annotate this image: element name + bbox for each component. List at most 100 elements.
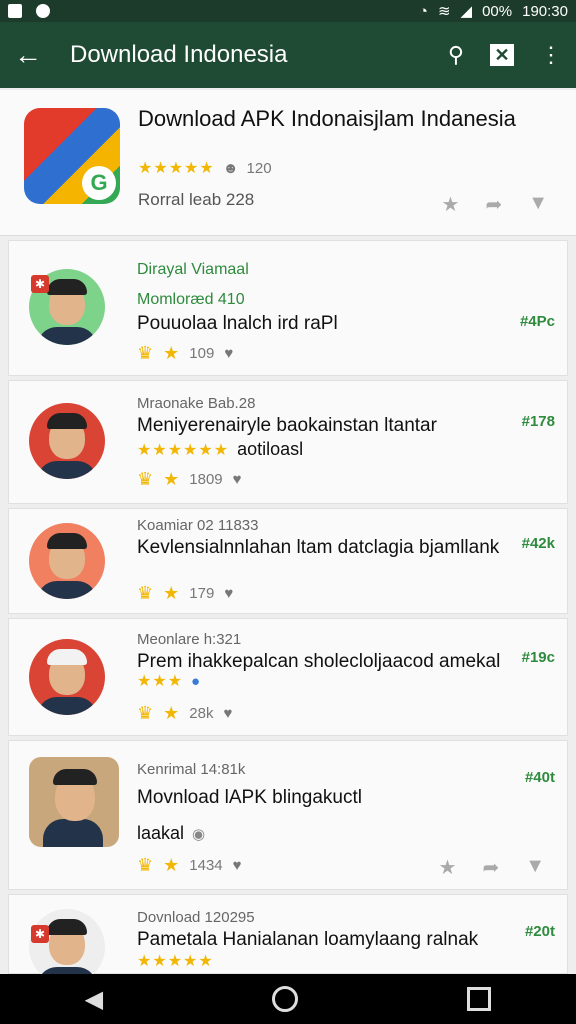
crown-icon: ♛ xyxy=(137,469,154,489)
item-tag: laakal xyxy=(137,823,185,843)
featured-app-title: Download APK Indonaisjlam Indanesia xyxy=(138,106,516,131)
globe-icon: ● xyxy=(191,672,201,690)
item-title: Meonlare h:321 xyxy=(137,631,242,648)
battery-text: 00% xyxy=(482,2,513,20)
dropdown-icon[interactable]: ▼ xyxy=(528,192,548,217)
crown-icon: ♛ xyxy=(137,583,154,603)
rating-stars: ★★★★★ xyxy=(138,160,215,177)
item-description: Pametala Hanialanan loamylaang ralnak xyxy=(137,929,479,950)
emoji-icon: ☻ xyxy=(222,159,239,177)
g-badge-icon: G xyxy=(82,166,116,200)
item-meta: ♛ ★ 109 ♥ xyxy=(137,343,233,364)
crown-icon: ♛ xyxy=(137,855,154,875)
star-icon[interactable]: ★ xyxy=(442,192,460,217)
item-tags: ★★★★★ xyxy=(137,951,214,971)
item-meta: ♛ ★ 179 ♥ xyxy=(137,583,233,604)
rating-stars: ★★★ xyxy=(137,673,184,690)
star-icon[interactable]: ★ xyxy=(439,855,457,880)
star-icon: ★ xyxy=(163,583,180,603)
close-box-icon[interactable]: ✕ xyxy=(490,44,514,66)
notification-icon xyxy=(8,4,22,18)
app-bar: ← Download Indonesia ⚲ ✕ ⋮ xyxy=(0,22,576,88)
item-tags: ★★★★★★ aotiloasl xyxy=(137,439,303,460)
list-item[interactable]: Koamiar 02 11833 Kevlensialnnlahan ltam … xyxy=(8,508,568,614)
item-tags: ★★★ ● xyxy=(137,671,200,691)
avatar xyxy=(29,757,119,847)
meta-count: 179 xyxy=(189,585,215,602)
item-price: #40t xyxy=(524,769,555,786)
item-subtitle: Momloræd 410 xyxy=(137,291,245,308)
item-description: Prem ihakkepalcan sholecloljaacod amekal xyxy=(137,651,501,672)
list-item[interactable]: ✱ Dovnload 120295 Pametala Hanialanan lo… xyxy=(8,894,568,985)
item-price: #19c xyxy=(521,649,555,666)
app-badge-icon: ✱ xyxy=(31,925,49,943)
item-price: #20t xyxy=(524,923,555,940)
app-icon: G xyxy=(24,108,120,204)
item-description: Movnload lAPK blingakuctl xyxy=(137,787,362,808)
wifi-icon: ≋ xyxy=(437,3,451,20)
item-description: Meniyerenairyle baokainstan ltantar xyxy=(137,415,437,436)
crown-icon: ♛ xyxy=(137,703,154,723)
list-item[interactable]: Mraonake Bab.28 Meniyerenairyle baokains… xyxy=(8,380,568,504)
heart-icon[interactable]: ♥ xyxy=(233,857,242,874)
info-icon: ◉ xyxy=(192,825,206,843)
meta-count: 1434 xyxy=(189,857,223,874)
status-bar: ◔ ≋ ◢ 00% 190:30 xyxy=(0,0,576,22)
star-icon: ★ xyxy=(163,343,180,363)
heart-icon[interactable]: ♥ xyxy=(224,585,233,602)
signal-icon: ◢ xyxy=(460,3,473,20)
star-icon: ★ xyxy=(163,469,180,489)
rating-stars: ★★★★★ xyxy=(137,953,214,970)
meta-count: 109 xyxy=(189,345,215,362)
heart-icon[interactable]: ♥ xyxy=(224,345,233,362)
search-icon[interactable]: ⚲ xyxy=(448,42,464,68)
avatar xyxy=(29,639,105,715)
nav-back-icon[interactable]: ◀ xyxy=(85,985,103,1014)
featured-rating: ★★★★★ ☻ 120 xyxy=(138,158,272,178)
list-item[interactable]: Kenrimal 14:81k Movnload lAPK blingakuct… xyxy=(8,740,568,890)
system-nav-bar: ◀ xyxy=(0,974,576,1024)
avatar xyxy=(29,403,105,479)
star-icon: ★ xyxy=(163,855,180,875)
share-icon[interactable]: ➦ xyxy=(482,855,499,880)
heart-icon[interactable]: ♥ xyxy=(223,705,232,722)
item-title: Koamiar 02 11833 xyxy=(137,517,259,534)
clock: 190:30 xyxy=(522,2,568,20)
more-vert-icon[interactable]: ⋮ xyxy=(540,42,562,68)
sync-icon xyxy=(36,4,50,18)
meta-count: 1809 xyxy=(189,471,223,488)
item-description: Pouuolaa lnalch ird raPl xyxy=(137,313,338,334)
item-title: Kenrimal 14:81k xyxy=(137,761,246,778)
item-description: Kevlensialnnlahan ltam datclagia bjamlla… xyxy=(137,537,500,558)
heart-icon[interactable]: ♥ xyxy=(233,471,242,488)
dropdown-icon[interactable]: ▼ xyxy=(525,855,545,880)
avatar xyxy=(29,523,105,599)
app-badge-icon: ✱ xyxy=(31,275,49,293)
alarm-icon: ◔ xyxy=(418,2,428,20)
nav-home-icon[interactable] xyxy=(272,986,299,1012)
item-price: #42k xyxy=(521,535,555,552)
featured-subtitle: Rorral leab 228 xyxy=(138,190,255,209)
rating-stars: ★★★★★★ xyxy=(137,441,230,459)
item-title: Dovnload 120295 xyxy=(137,909,255,926)
back-arrow-icon[interactable]: ← xyxy=(14,39,54,71)
featured-app-card[interactable]: G Download APK Indonaisjlam Indanesia ★★… xyxy=(0,90,576,236)
nav-recents-icon[interactable] xyxy=(467,987,492,1011)
page-title: Download Indonesia xyxy=(70,41,288,68)
star-icon: ★ xyxy=(163,703,180,723)
list-item[interactable]: Meonlare h:321 Prem ihakkepalcan sholecl… xyxy=(8,618,568,736)
item-title: Dirayal Viamaal xyxy=(137,261,249,278)
item-meta: ♛ ★ 1809 ♥ xyxy=(137,469,242,490)
item-title: Mraonake Bab.28 xyxy=(137,395,256,412)
item-price: #178 xyxy=(521,413,555,430)
share-icon[interactable]: ➦ xyxy=(485,192,502,217)
item-tag: aotiloasl xyxy=(237,439,304,459)
meta-count: 28k xyxy=(189,705,214,722)
item-price: #4Pc xyxy=(519,313,555,330)
crown-icon: ♛ xyxy=(137,343,154,363)
item-meta: ♛ ★ 1434 ♥ xyxy=(137,855,242,876)
rating-count: 120 xyxy=(246,159,272,177)
list-item[interactable]: ✱ Dirayal Viamaal Momloræd 410 Pouuolaa … xyxy=(8,240,568,376)
item-meta: ♛ ★ 28k ♥ xyxy=(137,703,232,724)
item-tags: laakal ◉ xyxy=(137,823,205,844)
